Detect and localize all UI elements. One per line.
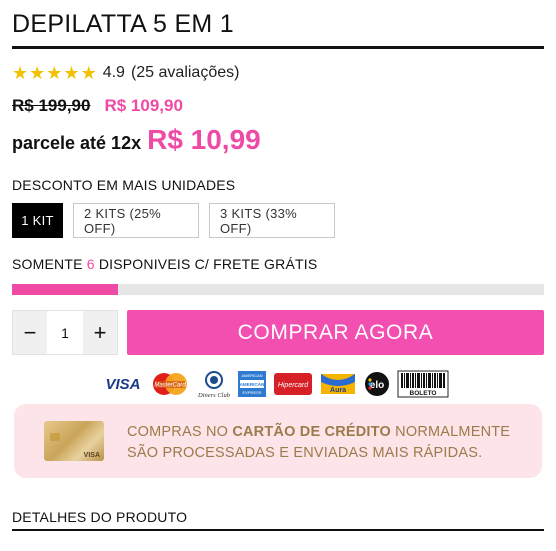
banner-line1-suffix: NORMALMENTE: [390, 424, 511, 440]
svg-text:AMERICAN: AMERICAN: [241, 373, 262, 378]
title-divider: [12, 46, 544, 49]
price-block: R$ 199,90 R$ 109,90: [12, 96, 183, 116]
elo-icon: elo: [363, 370, 391, 398]
hipercard-icon: Hipercard: [273, 371, 313, 397]
installment-text: parcele até 12x: [12, 133, 142, 153]
svg-text:EXPRESS: EXPRESS: [243, 390, 262, 395]
credit-card-banner: VISA COMPRAS NO CARTÃO DE CRÉDITO NORMAL…: [14, 404, 542, 478]
old-price: R$ 199,90: [12, 96, 91, 115]
stock-progress-bar: [12, 284, 544, 295]
card-chip-icon: [50, 433, 60, 441]
stock-progress-fill: [12, 284, 119, 295]
kit-options: 1 KIT 2 KITS (25% OFF) 3 KITS (33% OFF): [12, 203, 335, 238]
rating-count[interactable]: (25 avaliações): [131, 64, 240, 82]
rating[interactable]: ★ ★ ★ ★ ★ 4.9 (25 avaliações): [12, 64, 239, 82]
kit-option-3[interactable]: 3 KITS (33% OFF): [209, 203, 335, 238]
product-details-tab[interactable]: DETALHES DO PRODUTO: [12, 509, 187, 525]
card-brand-label: VISA: [83, 452, 100, 459]
credit-card-icon: VISA: [44, 421, 104, 461]
star-icon: ★: [29, 63, 46, 83]
american-express-icon: AMERICAN AMERICAN EXPRESS: [237, 370, 267, 398]
stock-suffix: DISPONIVEIS C/ FRETE GRÁTIS: [98, 256, 318, 272]
buy-now-button[interactable]: COMPRAR AGORA: [127, 310, 544, 355]
banner-text: COMPRAS NO CARTÃO DE CRÉDITO NORMALMENTE…: [127, 422, 510, 464]
diners-club-icon: Diners Club: [197, 369, 231, 399]
mastercard-icon: MasterCard: [149, 371, 191, 397]
rating-stars: ★ ★ ★ ★ ★: [12, 64, 97, 82]
installment-value: R$ 10,99: [147, 124, 261, 155]
star-icon: ★: [46, 63, 63, 83]
payment-methods: VISA MasterCard Diners Club AMERICAN AME…: [103, 369, 449, 399]
kit-option-1[interactable]: 1 KIT: [12, 203, 63, 238]
svg-text:AMERICAN: AMERICAN: [240, 382, 265, 387]
quantity-input[interactable]: 1: [47, 311, 83, 354]
product-title: DEPILATTA 5 EM 1: [12, 10, 234, 38]
svg-text:MasterCard: MasterCard: [154, 383, 186, 389]
svg-text:BOLETO: BOLETO: [410, 390, 437, 397]
banner-line2: SÃO PROCESSADAS E ENVIADAS MAIS RÁPIDAS.: [127, 445, 483, 461]
decrease-quantity-button[interactable]: −: [13, 311, 47, 354]
banner-line1-prefix: COMPRAS NO: [127, 424, 233, 440]
stock-count: 6: [86, 256, 95, 272]
star-icon: ★: [80, 63, 97, 83]
svg-text:Hipercard: Hipercard: [278, 382, 309, 389]
banner-line1-bold: CARTÃO DE CRÉDITO: [232, 424, 391, 440]
details-divider: [12, 529, 544, 531]
star-icon: ★: [63, 63, 80, 83]
star-icon: ★: [12, 63, 29, 83]
discount-label: DESCONTO EM MAIS UNIDADES: [12, 177, 236, 193]
stock-text: SOMENTE 6 DISPONIVEIS C/ FRETE GRÁTIS: [12, 256, 317, 272]
aura-icon: Aura: [319, 370, 357, 398]
svg-text:Aura: Aura: [330, 387, 346, 394]
svg-text:elo: elo: [370, 380, 384, 391]
sale-price: R$ 109,90: [104, 96, 183, 115]
boleto-icon: BOLETO: [397, 370, 449, 398]
rating-value: 4.9: [102, 64, 125, 81]
installment-block: parcele até 12x R$ 10,99: [12, 124, 261, 156]
stock-prefix: SOMENTE: [12, 256, 83, 272]
increase-quantity-button[interactable]: +: [83, 311, 117, 354]
visa-icon: VISA: [103, 373, 143, 395]
svg-text:VISA: VISA: [105, 376, 140, 393]
kit-option-2[interactable]: 2 KITS (25% OFF): [73, 203, 199, 238]
quantity-stepper: − 1 +: [12, 310, 118, 355]
svg-text:Diners Club: Diners Club: [197, 392, 231, 399]
